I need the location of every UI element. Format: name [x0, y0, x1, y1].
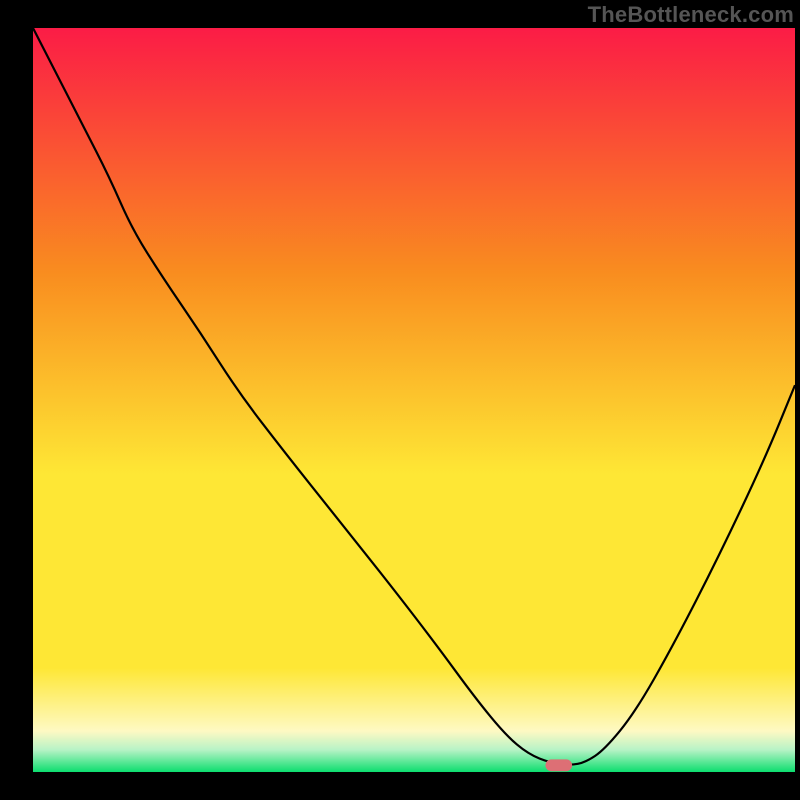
chart-svg — [0, 0, 800, 800]
plot-background — [33, 28, 795, 772]
chart-container: TheBottleneck.com — [0, 0, 800, 800]
watermark-text: TheBottleneck.com — [588, 2, 794, 28]
minimum-marker — [545, 759, 572, 771]
